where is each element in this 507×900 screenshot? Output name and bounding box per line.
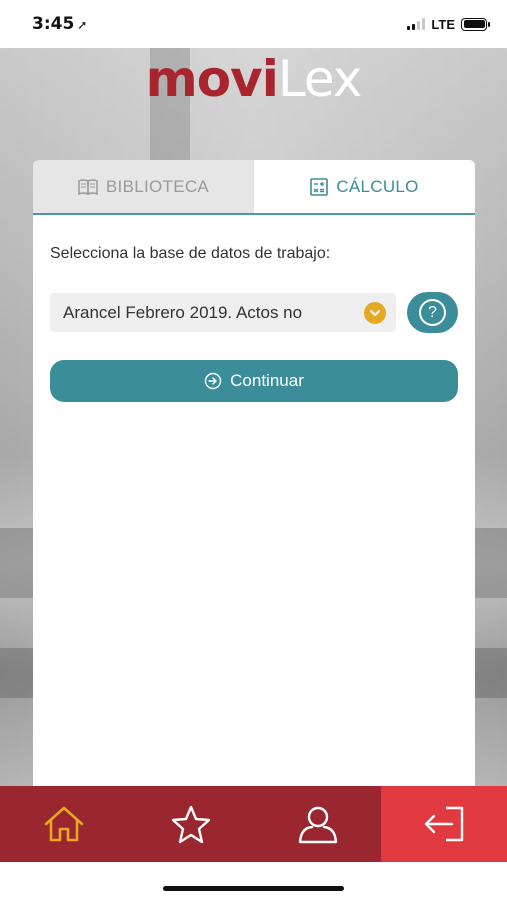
logo-movi: movi bbox=[145, 50, 279, 108]
status-bar: 3:45 ➚ LTE bbox=[0, 0, 507, 48]
chevron-down-icon bbox=[364, 302, 386, 324]
user-icon bbox=[298, 806, 337, 844]
home-icon bbox=[44, 806, 83, 842]
book-icon bbox=[78, 178, 98, 195]
logout-icon bbox=[424, 806, 464, 842]
database-select-value: Arancel Febrero 2019. Actos no bbox=[63, 302, 303, 322]
nav-main-group bbox=[0, 786, 381, 862]
database-prompt: Selecciona la base de datos de trabajo: bbox=[50, 245, 331, 262]
tab-bar: BIBLIOTECA CÁLCULO bbox=[33, 160, 475, 215]
tab-calculo[interactable]: CÁLCULO bbox=[254, 160, 475, 213]
nav-logout[interactable] bbox=[381, 786, 507, 862]
home-indicator[interactable] bbox=[163, 886, 344, 891]
tab-calculo-label: CÁLCULO bbox=[336, 176, 419, 196]
home-indicator-bar bbox=[0, 862, 507, 900]
bottom-nav bbox=[0, 786, 507, 862]
status-time-text: 3:45 bbox=[32, 14, 75, 34]
location-arrow-icon: ➚ bbox=[77, 18, 88, 32]
continue-label: Continuar bbox=[230, 371, 304, 390]
help-symbol: ? bbox=[428, 303, 437, 321]
tab-biblioteca[interactable]: BIBLIOTECA bbox=[33, 160, 254, 213]
continue-button[interactable]: Continuar bbox=[50, 360, 458, 402]
arrow-circle-right-icon bbox=[204, 372, 222, 390]
calculator-icon bbox=[310, 177, 329, 196]
main-card: BIBLIOTECA CÁLCULO Selecciona la base de… bbox=[33, 160, 475, 786]
status-time: 3:45 ➚ bbox=[32, 14, 87, 34]
nav-profile[interactable] bbox=[254, 786, 381, 862]
app-logo: moviLex bbox=[0, 50, 507, 108]
question-icon: ? bbox=[419, 299, 446, 326]
star-icon bbox=[171, 805, 210, 844]
logo-lex: Lex bbox=[277, 50, 362, 108]
signal-icon bbox=[407, 18, 426, 30]
nav-home[interactable] bbox=[0, 786, 127, 862]
tab-biblioteca-label: BIBLIOTECA bbox=[105, 176, 210, 196]
status-indicators: LTE bbox=[407, 16, 490, 32]
battery-icon bbox=[461, 17, 490, 31]
help-button[interactable]: ? bbox=[407, 292, 458, 333]
nav-favorites[interactable] bbox=[127, 786, 254, 862]
database-select[interactable]: Arancel Febrero 2019. Actos no bbox=[50, 293, 396, 332]
network-type: LTE bbox=[431, 16, 455, 32]
